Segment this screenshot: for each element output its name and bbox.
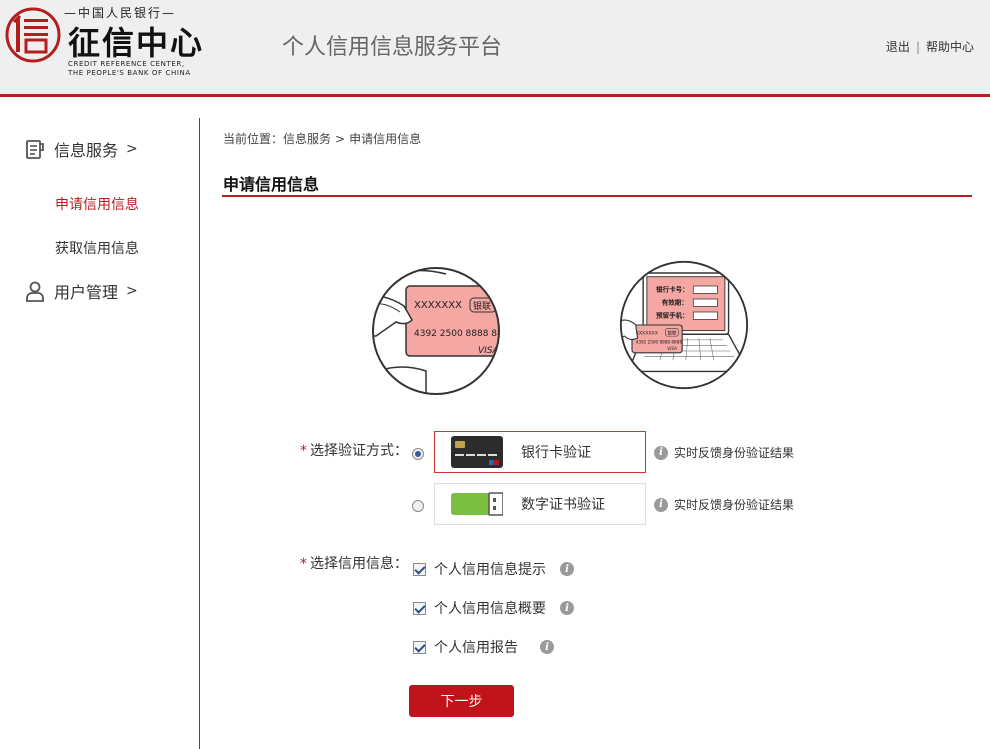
radio-digital-certificate[interactable] [412, 500, 424, 512]
bank-card-illustration: XXXXXXX 银联 4392 2500 8888 888 VISA [372, 267, 506, 395]
checkbox-credit-info-summary[interactable] [413, 601, 426, 615]
digital-certificate-method-label: 数字证书验证 [521, 497, 605, 513]
platform-title: 个人信用信息服务平台 [282, 35, 503, 60]
logo-main-text: 征信中心 [68, 24, 205, 62]
option-credit-info-hint[interactable]: 个人信用信息提示 i [413, 559, 574, 579]
help-center-link[interactable]: 帮助中心 [926, 40, 974, 54]
laptop-field-phone: 预留手机： [656, 311, 689, 320]
option-label: 个人信用报告 [434, 640, 518, 656]
header-bar: —中国人民银行— 征信中心 CREDIT REFERENCE CENTER, T… [0, 0, 990, 94]
option-label: 个人信用信息提示 [434, 562, 546, 578]
chevron-right-icon: > [126, 283, 138, 299]
checkbox-credit-info-hint[interactable] [413, 562, 426, 576]
header-divider [0, 94, 990, 97]
small-card-name-text: XXXXXXX [636, 330, 659, 336]
page-title: 申请信用信息 [223, 175, 320, 194]
option-credit-report[interactable]: 个人信用报告 i [413, 637, 554, 657]
next-step-button[interactable]: 下一步 [409, 685, 514, 717]
small-card-brand-text: VISA [667, 346, 677, 351]
required-mark: * [300, 556, 307, 572]
option-label: 个人信用信息概要 [434, 601, 546, 617]
bank-card-hint-text: 实时反馈身份验证结果 [674, 446, 795, 460]
digital-certificate-method-option[interactable]: 数字证书验证 [434, 483, 646, 525]
top-links: 退出 | 帮助中心 [886, 38, 974, 55]
document-icon [26, 140, 44, 159]
sidebar-divider [199, 118, 200, 749]
info-icon[interactable]: i [560, 601, 574, 615]
sidebar-group-info-service[interactable]: 信息服务 > [24, 137, 138, 161]
breadcrumb: 当前位置：信息服务 > 申请信用信息 [223, 130, 421, 147]
bank-card-icon [451, 436, 503, 468]
small-card-number-text: 4392 2500 8888 8888 [636, 340, 683, 345]
credit-info-label: * 选择信用信息： [300, 556, 408, 572]
logout-link[interactable]: 退出 [886, 40, 910, 54]
logo-english-line1: CREDIT REFERENCE CENTER, [68, 60, 185, 68]
breadcrumb-parent[interactable]: 信息服务 [283, 132, 331, 146]
title-divider [222, 195, 972, 197]
sidebar-group-label: 用户管理 [54, 283, 119, 302]
card-union-text: 银联 [473, 300, 491, 312]
laptop-field-card-number: 银行卡号： [656, 285, 689, 294]
card-number-text: 4392 2500 8888 888 [414, 329, 506, 339]
chevron-right-icon: > [126, 141, 138, 157]
sidebar-item-apply-credit-info[interactable]: 申请信用信息 [55, 194, 139, 214]
verification-method-label: * 选择验证方式： [300, 443, 408, 459]
breadcrumb-arrow: > [335, 132, 346, 146]
info-icon: i [654, 445, 668, 460]
laptop-field-expiry: 有效期： [662, 298, 688, 307]
bank-card-method-label: 银行卡验证 [521, 445, 591, 461]
bank-card-hint: i 实时反馈身份验证结果 [654, 444, 794, 461]
laptop-illustration: 银行卡号： 有效期： 预留手机： XXXXXXX 银联 4392 2500 88… [619, 260, 749, 390]
checkbox-credit-report[interactable] [413, 640, 426, 654]
credit-center-seal-icon [5, 7, 61, 63]
info-icon[interactable]: i [560, 562, 574, 576]
info-icon[interactable]: i [540, 640, 554, 654]
usb-key-icon [451, 492, 503, 516]
radio-bank-card[interactable] [412, 448, 424, 460]
card-name-text: XXXXXXX [414, 300, 462, 311]
breadcrumb-prefix: 当前位置： [223, 132, 284, 146]
digital-certificate-hint-text: 实时反馈身份验证结果 [674, 498, 795, 512]
logo-english-line2: THE PEOPLE'S BANK OF CHINA [68, 69, 191, 77]
info-icon: i [654, 497, 668, 512]
sidebar-group-label: 信息服务 [54, 141, 119, 160]
digital-certificate-hint: i 实时反馈身份验证结果 [654, 496, 794, 513]
option-credit-info-summary[interactable]: 个人信用信息概要 i [413, 598, 574, 618]
required-mark: * [300, 443, 307, 459]
sidebar-item-get-credit-info[interactable]: 获取信用信息 [55, 238, 139, 258]
breadcrumb-current: 申请信用信息 [349, 132, 422, 146]
user-icon [26, 281, 44, 302]
sidebar-group-user-management[interactable]: 用户管理 > [24, 279, 138, 303]
bank-card-method-option[interactable]: 银行卡验证 [434, 431, 646, 473]
link-separator: | [915, 40, 920, 54]
